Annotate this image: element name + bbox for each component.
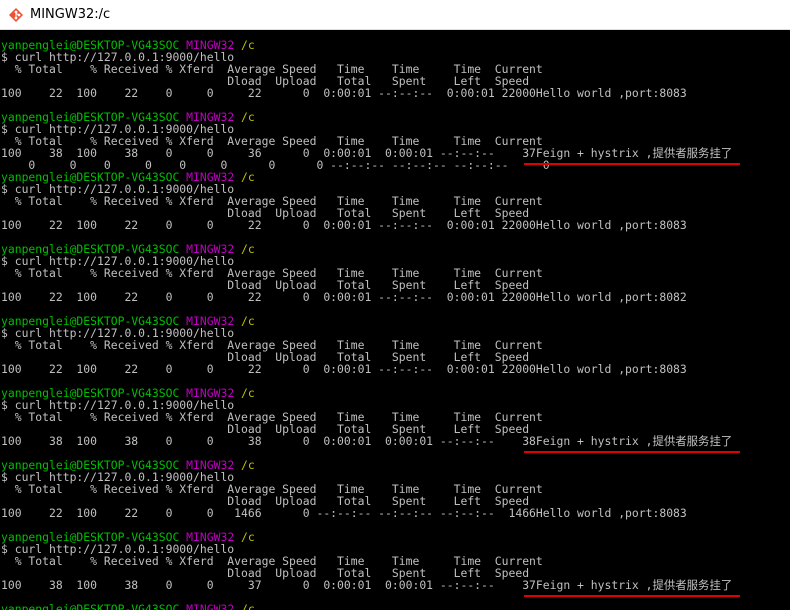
output-line: 100 22 100 22 0 0 22 0 0:00:01 --:--:-- … (1, 218, 687, 232)
prompt-path: /c (241, 602, 255, 610)
prompt-path: /c (241, 458, 255, 472)
output-line: 100 22 100 22 0 0 22 0 0:00:01 --:--:-- … (1, 86, 687, 100)
output-line: 100 38 100 38 0 0 37 0 0:00:01 0:00:01 -… (1, 578, 733, 592)
fallback-message: Feign + hystrix ,提供者服务挂了 (535, 578, 733, 592)
prompt-path: /c (241, 110, 255, 124)
fallback-message: Feign + hystrix ,提供者服务挂了 (535, 434, 733, 448)
prompt-path: /c (241, 170, 255, 184)
prompt-path: /c (241, 314, 255, 328)
prompt-path: /c (241, 530, 255, 544)
error-underline (523, 451, 741, 453)
prompt-system: MINGW32 (186, 602, 235, 610)
git-bash-icon (9, 8, 23, 22)
prompt-path: /c (241, 242, 255, 256)
output-line: 100 22 100 22 0 0 22 0 0:00:01 --:--:-- … (1, 290, 687, 304)
terminal-lines: yanpenglei@DESKTOP-VG43SOC MINGW32 /c $ c… (1, 39, 732, 610)
output-line: 100 38 100 38 0 0 38 0 0:00:01 0:00:01 -… (1, 434, 733, 448)
output-line: 100 22 100 22 0 0 1466 0 --:--:-- --:--:… (1, 506, 687, 520)
window-title: MINGW32:/c (30, 7, 111, 22)
error-underline (523, 163, 741, 165)
prompt-path: /c (241, 386, 255, 400)
prompt-path: /c (241, 38, 255, 52)
prompt-line: yanpenglei@DESKTOP-VG43SOC MINGW32 /c (1, 603, 732, 610)
output-line: 100 22 100 22 0 0 22 0 0:00:01 --:--:-- … (1, 362, 687, 376)
error-underline (523, 595, 741, 597)
prompt-user: yanpenglei@DESKTOP-VG43SOC (1, 602, 180, 610)
title-bar: MINGW32:/c (0, 0, 790, 30)
terminal-output[interactable]: yanpenglei@DESKTOP-VG43SOC MINGW32 /c $ c… (0, 30, 790, 610)
fallback-message: Feign + hystrix ,提供者服务挂了 (535, 146, 733, 160)
